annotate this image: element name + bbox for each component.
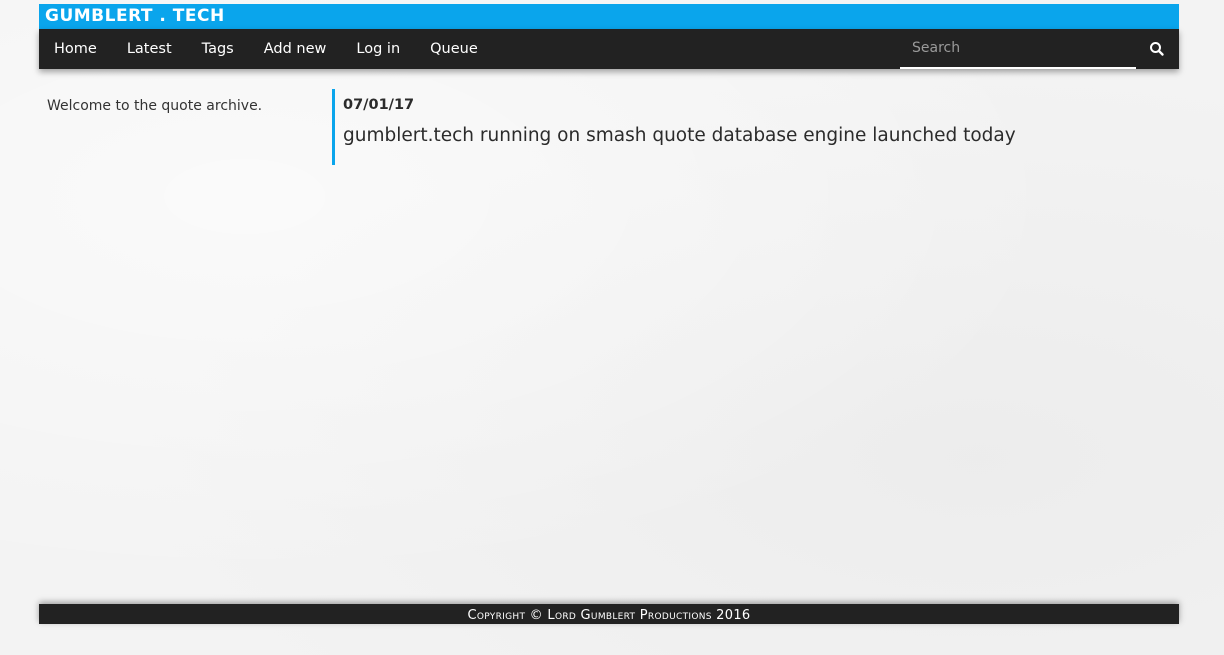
nav-queue[interactable]: Queue: [430, 29, 478, 69]
footer: Copyright © Lord Gumblert Productions 20…: [39, 604, 1179, 624]
welcome-text: Welcome to the quote archive.: [47, 98, 263, 114]
nav-log-in[interactable]: Log in: [356, 29, 400, 69]
news-date: 07/01/17: [343, 97, 415, 113]
news-text: gumblert.tech running on smash quote dat…: [343, 125, 1016, 146]
brand-bar: GUMBLERT . TECH: [39, 4, 1179, 29]
nav-add-new[interactable]: Add new: [264, 29, 327, 69]
search-field-wrapper: [900, 29, 1136, 69]
footer-copyright: Copyright © Lord Gumblert Productions 20…: [467, 608, 751, 623]
page: GUMBLERT . TECH Home Latest Tags Add new…: [0, 0, 1224, 655]
nav-links: Home Latest Tags Add new Log in Queue: [39, 29, 508, 69]
search-icon[interactable]: [1147, 39, 1167, 59]
news-item: 07/01/17 gumblert.tech running on smash …: [332, 89, 1092, 165]
search-input[interactable]: [900, 29, 1136, 67]
nav-tags[interactable]: Tags: [202, 29, 234, 69]
nav-latest[interactable]: Latest: [127, 29, 172, 69]
navbar: Home Latest Tags Add new Log in Queue: [39, 29, 1179, 69]
site-logo[interactable]: GUMBLERT . TECH: [45, 6, 225, 26]
nav-home[interactable]: Home: [54, 29, 97, 69]
